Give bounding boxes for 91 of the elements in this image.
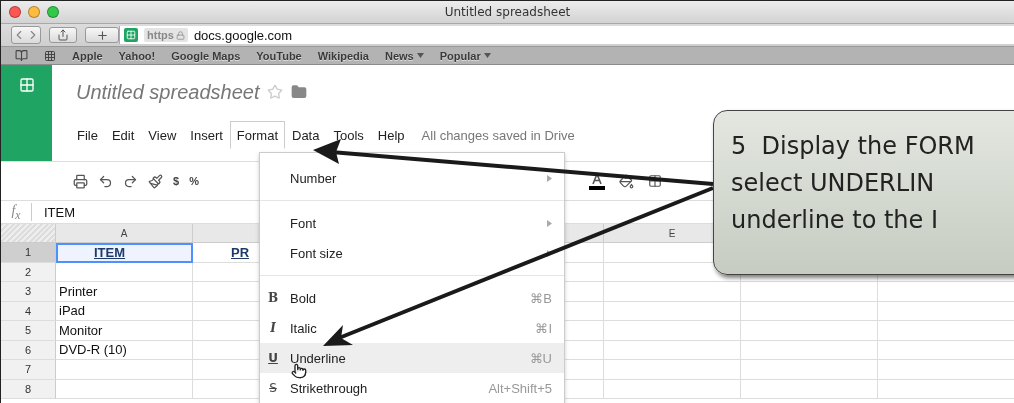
row-header[interactable]: 2 (1, 262, 56, 282)
document-title[interactable]: Untitled spreadsheet (76, 80, 260, 104)
bookmarks-icon[interactable] (15, 49, 28, 62)
dropdown-icon (416, 53, 424, 58)
table-cell[interactable] (604, 360, 741, 380)
menu-item[interactable]: Data (285, 121, 327, 149)
bookmark-link[interactable]: Google Maps (171, 49, 241, 62)
format-glyph: S (268, 381, 278, 395)
table-cell[interactable] (56, 379, 193, 399)
hand-cursor-icon (291, 363, 307, 379)
bookmark-link[interactable]: Popular (439, 49, 491, 62)
currency-button[interactable]: $ (173, 175, 180, 187)
navigation-control[interactable] (11, 26, 41, 44)
menu-option[interactable]: I Italic ⌘I (260, 313, 564, 343)
menu-option[interactable]: Font size (260, 238, 564, 268)
bookmark-link[interactable]: YouTube (256, 49, 302, 62)
row-header[interactable]: 8 (1, 379, 56, 399)
redo-icon[interactable] (123, 173, 138, 189)
table-cell[interactable] (741, 301, 878, 321)
formula-field[interactable]: ITEM (32, 204, 76, 220)
table-cell[interactable]: DVD-R (10) (56, 340, 193, 360)
menu-item[interactable]: View (141, 121, 184, 149)
table-cell[interactable] (604, 340, 741, 360)
format-glyph: U (267, 351, 279, 365)
dropdown-icon (483, 53, 491, 58)
column-header[interactable]: A (56, 224, 193, 243)
minimize-button[interactable] (28, 6, 40, 18)
url-scheme: https (147, 29, 174, 41)
table-cell[interactable] (56, 360, 193, 380)
folder-icon[interactable] (291, 84, 308, 100)
table-cell[interactable] (604, 379, 741, 399)
menu-item[interactable]: Help (370, 121, 412, 149)
submenu-arrow-icon (547, 219, 552, 227)
format-glyph: B (266, 291, 280, 305)
menu-option[interactable]: Font (260, 208, 564, 238)
new-tab-button[interactable] (85, 27, 119, 43)
table-cell[interactable] (741, 282, 878, 302)
row-header[interactable]: 5 (1, 321, 56, 341)
menu-item[interactable]: Tools (326, 121, 371, 149)
submenu-arrow-icon (547, 174, 552, 182)
sheets-logo[interactable] (1, 65, 52, 161)
format-glyph: I (269, 321, 277, 335)
row-header[interactable]: 7 (1, 360, 56, 380)
borders-icon[interactable] (647, 174, 662, 188)
table-cell[interactable] (741, 360, 878, 380)
table-cell[interactable] (741, 321, 878, 341)
table-cell[interactable] (604, 301, 741, 321)
bookmark-link[interactable]: Apple (72, 49, 103, 62)
url-text: docs.google.com (193, 27, 293, 43)
menu-item[interactable]: Edit (104, 121, 142, 149)
select-all-corner[interactable] (1, 224, 56, 243)
table-cell[interactable]: iPad (56, 301, 193, 321)
bookmark-link[interactable]: Yahoo! (118, 49, 156, 62)
save-status: All changes saved in Drive (421, 127, 575, 143)
table-cell[interactable] (741, 379, 878, 399)
table-cell[interactable] (604, 282, 741, 302)
menu-option[interactable]: B Bold ⌘B (260, 283, 564, 313)
row-header[interactable]: 6 (1, 340, 56, 360)
menu-option[interactable]: U Underline ⌘U (260, 343, 564, 373)
row-header[interactable]: 3 (1, 282, 56, 302)
print-icon[interactable] (73, 173, 88, 189)
window-title: Untitled spreadsheet (444, 5, 571, 19)
plus-icon (95, 28, 109, 42)
bookmark-link[interactable]: News (384, 49, 424, 62)
table-cell[interactable]: Monitor (56, 321, 193, 341)
close-button[interactable] (9, 6, 21, 18)
table-cell[interactable] (56, 262, 193, 282)
undo-icon[interactable] (98, 173, 113, 189)
row-header[interactable]: 4 (1, 301, 56, 321)
share-icon (57, 29, 69, 41)
table-cell[interactable]: ITEM (56, 243, 193, 263)
menu-item[interactable]: Insert (183, 121, 230, 149)
menu-item[interactable]: Format (229, 121, 285, 149)
table-cell[interactable] (604, 321, 741, 341)
zoom-button[interactable] (47, 6, 59, 18)
table-icon (18, 77, 35, 93)
share-button[interactable] (49, 27, 77, 43)
menu-option[interactable]: S Strikethrough Alt+Shift+5 (260, 373, 564, 403)
formula-label: f$_{x}$ (1, 202, 32, 222)
menu-option[interactable]: Number (260, 163, 564, 193)
paint-format-icon[interactable] (148, 173, 163, 189)
bookmark-link[interactable]: Wikipedia (317, 49, 369, 62)
address-field[interactable]: https docs.google.com (119, 26, 1014, 44)
lock-icon (175, 30, 185, 40)
table-cell[interactable]: Printer (56, 282, 193, 302)
row-header[interactable]: 1 (1, 243, 56, 263)
table-cell[interactable] (741, 340, 878, 360)
menu-item[interactable]: File (70, 121, 105, 149)
top-sites-icon[interactable] (44, 49, 56, 62)
percent-button[interactable]: % (189, 175, 199, 187)
star-icon[interactable] (267, 84, 284, 100)
